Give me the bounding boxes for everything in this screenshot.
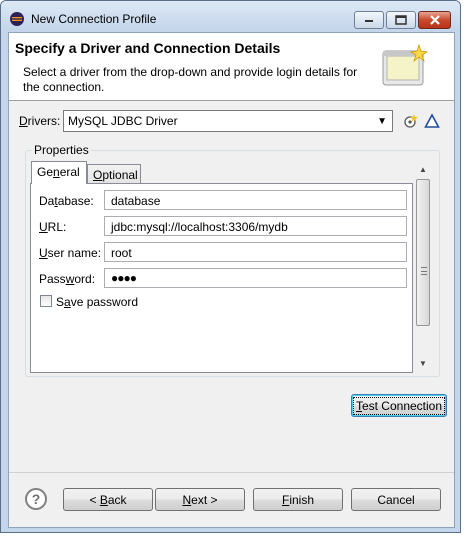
- edit-driver-icon[interactable]: [424, 113, 440, 129]
- close-button[interactable]: [418, 11, 451, 29]
- scroll-down-icon[interactable]: ▼: [419, 359, 427, 368]
- save-password-label[interactable]: Save password: [56, 295, 138, 309]
- wizard-header: Specify a Driver and Connection Details …: [9, 33, 454, 101]
- save-password-checkbox[interactable]: [40, 295, 52, 307]
- next-button[interactable]: Next >: [155, 488, 245, 511]
- minimize-button[interactable]: [354, 11, 384, 29]
- dialog-window: New Connection Profile Specify a Driver …: [0, 0, 461, 533]
- new-driver-icon[interactable]: [403, 113, 419, 129]
- dialog-content: Specify a Driver and Connection Details …: [8, 32, 455, 528]
- database-field[interactable]: database: [104, 190, 407, 210]
- url-field[interactable]: jdbc:mysql://localhost:3306/mydb: [104, 216, 407, 236]
- url-label: URL:: [39, 220, 67, 234]
- close-icon: [429, 15, 440, 25]
- scroll-up-icon[interactable]: ▲: [419, 165, 427, 174]
- test-connection-button[interactable]: Test Connection: [351, 394, 447, 417]
- help-icon[interactable]: ?: [25, 488, 47, 510]
- database-label: Database:: [39, 194, 94, 208]
- page-description: Select a driver from the drop-down and p…: [23, 65, 358, 94]
- connection-wizard-banner-icon: [382, 43, 429, 86]
- scrollbar-thumb[interactable]: [416, 179, 430, 326]
- password-label: Password:: [39, 272, 96, 286]
- button-bar-separator: [9, 472, 454, 473]
- grip-icon: [421, 267, 427, 275]
- window-title: New Connection Profile: [31, 12, 157, 26]
- username-field[interactable]: root: [104, 242, 407, 262]
- chevron-down-icon: ▼: [377, 116, 387, 127]
- eclipse-icon: [10, 12, 24, 26]
- username-label: User name:: [39, 246, 102, 260]
- title-bar[interactable]: New Connection Profile: [1, 1, 460, 31]
- tab-general[interactable]: General: [31, 161, 87, 184]
- page-title: Specify a Driver and Connection Details: [15, 40, 281, 56]
- maximize-icon: [395, 15, 407, 25]
- password-field[interactable]: ●●●●: [104, 268, 407, 288]
- finish-button[interactable]: Finish: [253, 488, 343, 511]
- back-button[interactable]: < Back: [63, 488, 153, 511]
- maximize-button[interactable]: [386, 11, 416, 29]
- drivers-dropdown[interactable]: MySQL JDBC Driver ▼: [63, 110, 393, 132]
- properties-scrollbar[interactable]: ▲ ▼: [415, 162, 432, 371]
- tab-optional[interactable]: Optional: [87, 164, 141, 184]
- properties-group-title: Properties: [32, 143, 91, 157]
- cancel-button[interactable]: Cancel: [351, 488, 441, 511]
- drivers-selected-value: MySQL JDBC Driver: [68, 114, 178, 128]
- minimize-icon: [365, 20, 373, 22]
- drivers-label: Drivers:: [19, 114, 61, 128]
